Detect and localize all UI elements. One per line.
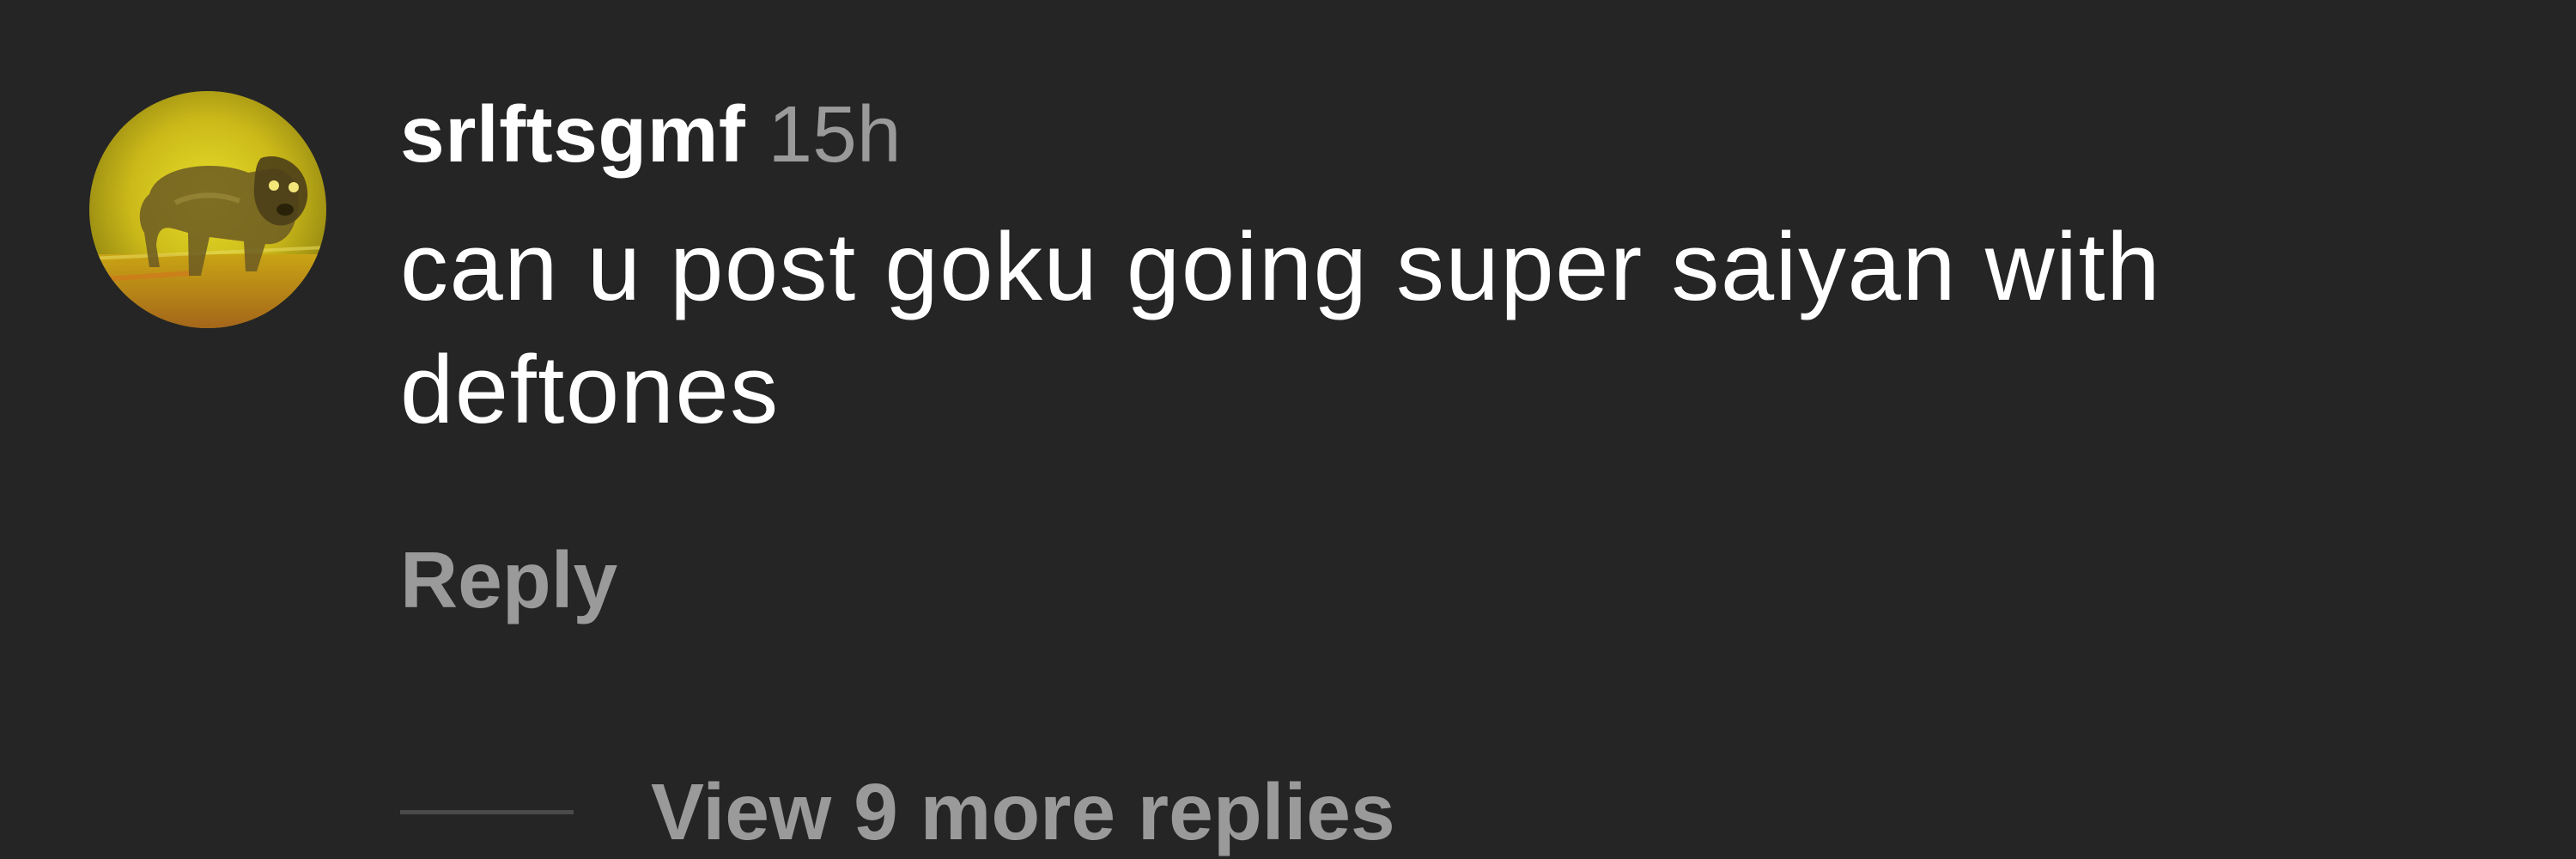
timestamp: 15h (768, 89, 902, 179)
username[interactable]: srlftsgmf (400, 89, 745, 179)
view-replies-row[interactable]: View 9 more replies (400, 756, 1395, 859)
reply-button[interactable]: Reply (400, 524, 617, 636)
replies-divider (400, 809, 574, 814)
dog-photo-avatar-icon (89, 91, 326, 328)
avatar[interactable] (89, 91, 326, 328)
comment: srlftsgmf 15h can u post goku going super… (0, 0, 2576, 859)
view-replies-button[interactable]: View 9 more replies (651, 756, 1395, 859)
comment-meta: srlftsgmf 15h (400, 82, 2461, 186)
comment-body: srlftsgmf 15h can u post goku going super… (400, 82, 2461, 451)
comment-text: can u post goku going super saiyan with … (400, 213, 2161, 443)
